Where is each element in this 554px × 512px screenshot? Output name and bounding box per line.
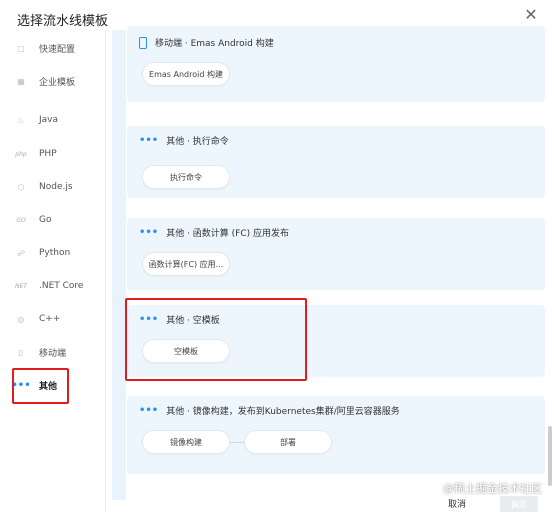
template-card-title: 移动端 · Emas Android 构建 — [139, 36, 274, 49]
nodejs-icon: ⬡ — [17, 182, 25, 192]
sidebar-item-nodejs[interactable]: ⬡ Node.js — [14, 176, 104, 198]
selected-template-highlight — [125, 298, 307, 381]
sidebar-item-mobile[interactable]: ▯ 移动端 — [14, 341, 104, 363]
template-card-fc-release[interactable]: ••• 其他 · 函数计算 (FC) 应用发布 函数计算(FC) 应用... — [127, 218, 545, 290]
step-pill[interactable]: 镜像构建 — [142, 430, 230, 454]
python-icon: ☍ — [16, 248, 26, 258]
sidebar-item-label: 企业模板 — [39, 77, 76, 88]
sidebar-item-java[interactable]: ♨ Java — [14, 109, 104, 131]
sidebar-item-label: C++ — [39, 314, 61, 324]
java-icon: ♨ — [17, 115, 25, 125]
list-edge-strip — [112, 30, 126, 500]
sidebar-item-go[interactable]: GO Go — [14, 209, 104, 231]
sidebar-item-dotnet[interactable]: NET .NET Core — [14, 275, 104, 297]
step-pill[interactable]: 执行命令 — [142, 165, 230, 189]
sidebar-item-label: Go — [39, 215, 52, 225]
sidebar-item-label: 移动端 — [39, 348, 67, 359]
more-dots-icon: ••• — [139, 135, 159, 146]
template-title-text: 其他 · 执行命令 — [166, 137, 229, 147]
sidebar-item-quick-config[interactable]: ▢ 快速配置 — [14, 37, 104, 59]
scrollbar[interactable] — [548, 426, 552, 486]
php-icon: php — [15, 150, 27, 158]
template-title-text: 其他 · 镜像构建，发布到Kubernetes集群/阿里云容器服务 — [166, 407, 400, 417]
sidebar-item-label: Java — [39, 115, 59, 125]
more-dots-icon: ••• — [139, 227, 159, 238]
template-card-exec-command[interactable]: ••• 其他 · 执行命令 执行命令 — [127, 126, 545, 198]
cancel-button[interactable]: 取消 — [448, 497, 466, 510]
sidebar-item-python[interactable]: ☍ Python — [14, 242, 104, 264]
more-dots-icon: ••• — [139, 405, 159, 416]
sidebar-item-label: .NET Core — [39, 281, 84, 291]
sidebar-item-cpp[interactable]: ◎ C++ — [14, 308, 104, 330]
sidebar-item-label: Node.js — [39, 182, 73, 192]
template-list: 移动端 · Emas Android 构建 Emas Android 构建 ••… — [108, 26, 554, 512]
template-card-title: ••• 其他 · 镜像构建，发布到Kubernetes集群/阿里云容器服务 — [139, 404, 400, 417]
template-card-title: ••• 其他 · 执行命令 — [139, 134, 229, 147]
dialog-title: 选择流水线模板 — [17, 14, 109, 29]
cpp-icon: ◎ — [17, 314, 25, 324]
step-pill[interactable]: Emas Android 构建 — [142, 62, 230, 86]
sidebar-item-label: PHP — [39, 149, 57, 159]
template-title-text: 其他 · 函数计算 (FC) 应用发布 — [166, 229, 289, 239]
dotnet-icon: NET — [15, 282, 27, 290]
go-icon: GO — [16, 216, 26, 224]
template-card-title: ••• 其他 · 函数计算 (FC) 应用发布 — [139, 226, 289, 239]
template-card-image-k8s[interactable]: ••• 其他 · 镜像构建，发布到Kubernetes集群/阿里云容器服务 镜像… — [127, 396, 545, 474]
step-pill[interactable]: 部署 — [244, 430, 332, 454]
mobile-icon — [139, 36, 147, 49]
enterprise-template-icon: ▦ — [17, 76, 25, 86]
mobile-icon: ▯ — [18, 347, 24, 357]
confirm-button[interactable]: 确定 — [500, 496, 538, 512]
active-category-highlight — [12, 368, 69, 404]
step-pill[interactable]: 函数计算(FC) 应用... — [142, 252, 230, 276]
template-card-emas-android[interactable]: 移动端 · Emas Android 构建 Emas Android 构建 — [127, 26, 545, 102]
template-category-sidebar: ▢ 快速配置 ▦ 企业模板 ♨ Java php PHP ⬡ Node.js G… — [0, 30, 106, 512]
quick-config-icon: ▢ — [17, 43, 25, 53]
sidebar-item-label: Python — [39, 248, 71, 258]
sidebar-item-enterprise[interactable]: ▦ 企业模板 — [14, 70, 104, 92]
dialog-footer: 取消 确定 — [0, 492, 554, 512]
close-icon[interactable]: ✕ — [522, 6, 540, 24]
sidebar-item-php[interactable]: php PHP — [14, 143, 104, 165]
sidebar-item-label: 快速配置 — [39, 44, 76, 55]
step-connector — [230, 442, 244, 443]
template-title-text: 移动端 · Emas Android 构建 — [155, 39, 274, 49]
